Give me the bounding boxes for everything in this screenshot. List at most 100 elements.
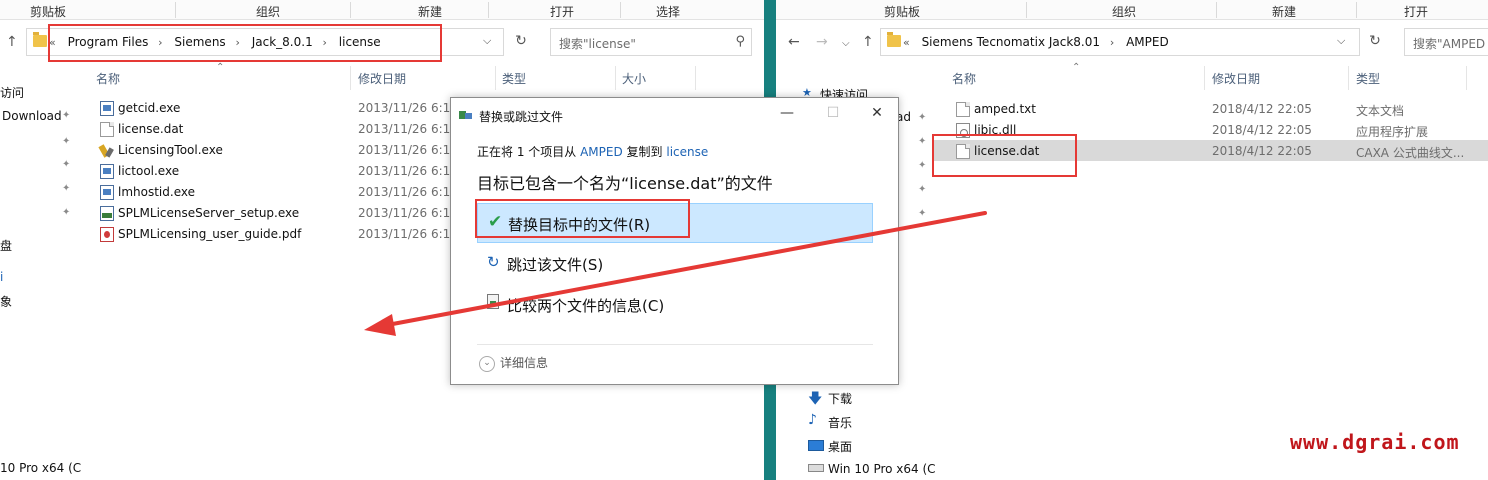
nav-item-downloads[interactable]: 下载 bbox=[828, 390, 852, 407]
nav-item-objects[interactable]: 象 bbox=[0, 293, 12, 310]
nav-item-disk[interactable]: 盘 bbox=[0, 237, 12, 254]
tool-icon bbox=[100, 143, 114, 158]
back-arrow-icon[interactable]: ← bbox=[788, 34, 800, 50]
refresh-icon[interactable]: ↻ bbox=[508, 28, 534, 56]
file-type: CAXA 公式曲线文... bbox=[1356, 146, 1465, 160]
up-arrow-icon[interactable]: ↑ bbox=[6, 34, 18, 50]
file-date: 2018/4/12 22:05 bbox=[1212, 102, 1312, 116]
nav-item-download[interactable]: Download bbox=[2, 109, 62, 123]
table-row[interactable]: SPLMLicensing_user_guide.pdf 2013/11/26 … bbox=[96, 224, 458, 245]
dialog-heading: 目标已包含一个名为“license.dat”的文件 bbox=[477, 174, 773, 193]
column-modified[interactable]: 修改日期 bbox=[1212, 70, 1260, 87]
breadcrumb-tecnomatix[interactable]: Siemens Tecnomatix Jack8.01 bbox=[922, 35, 1100, 49]
file-name: amped.txt bbox=[974, 102, 1036, 116]
info-mid: 复制到 bbox=[622, 145, 667, 159]
nav-item-desktop[interactable]: 桌面 bbox=[828, 438, 852, 455]
desktop-icon bbox=[808, 440, 824, 451]
ribbon-clipboard[interactable]: 剪贴板 bbox=[30, 3, 66, 20]
chevron-down-icon: ⌄ bbox=[479, 355, 495, 372]
forward-arrow-icon[interactable]: → bbox=[816, 34, 828, 50]
column-name[interactable]: 名称 bbox=[952, 70, 976, 87]
info-prefix: 正在将 1 个项目从 bbox=[477, 145, 581, 159]
table-row[interactable]: amped.txt 2018/4/12 22:05 文本文档 bbox=[952, 99, 1472, 120]
table-row[interactable]: lmhostid.exe 2013/11/26 6:18 bbox=[96, 182, 458, 203]
setup-icon bbox=[100, 206, 114, 221]
nav-item-music[interactable]: 音乐 bbox=[828, 414, 852, 431]
minimize-button[interactable]: — bbox=[777, 105, 797, 121]
pin-icon: ✦ bbox=[918, 160, 927, 171]
column-type[interactable]: 类型 bbox=[1356, 70, 1380, 87]
search-icon: ⚲ bbox=[735, 34, 745, 49]
breadcrumb[interactable]: « Siemens Tecnomatix Jack8.01 › AMPED bbox=[903, 35, 1175, 49]
ribbon-open[interactable]: 打开 bbox=[1404, 3, 1428, 20]
dialog-title: 替换或跳过文件 bbox=[479, 110, 564, 124]
nav-item-marker[interactable]: i bbox=[0, 270, 3, 284]
pdf-icon bbox=[100, 227, 114, 242]
table-row[interactable]: getcid.exe 2013/11/26 6:18 bbox=[96, 98, 458, 119]
file-name: lmhostid.exe bbox=[118, 185, 195, 199]
column-name[interactable]: 名称 bbox=[96, 70, 120, 87]
file-date: 2013/11/26 6:18 bbox=[358, 206, 458, 220]
table-row[interactable]: SPLMLicenseServer_setup.exe 2013/11/26 6… bbox=[96, 203, 458, 224]
column-modified[interactable]: 修改日期 bbox=[358, 70, 406, 87]
nav-item-access[interactable]: 访问 bbox=[0, 84, 24, 101]
annotation-box-replace bbox=[475, 199, 690, 238]
ribbon-new[interactable]: 新建 bbox=[1272, 3, 1296, 20]
compare-files-option[interactable]: 比较两个文件的信息(C) bbox=[477, 285, 873, 325]
nav-item-drive-c[interactable]: Win 10 Pro x64 (C bbox=[828, 462, 936, 476]
file-date: 2013/11/26 6:18 bbox=[358, 185, 458, 199]
exe-icon bbox=[100, 185, 114, 200]
ribbon-organize[interactable]: 组织 bbox=[1112, 3, 1136, 20]
compare-option-label: 比较两个文件的信息(C) bbox=[507, 297, 665, 315]
music-icon: ♪ bbox=[808, 412, 817, 428]
pin-icon: ✦ bbox=[918, 184, 927, 195]
file-name: lictool.exe bbox=[118, 164, 180, 178]
source-folder-link[interactable]: AMPED bbox=[580, 145, 623, 159]
file-name: SPLMLicenseServer_setup.exe bbox=[118, 206, 300, 220]
file-name: getcid.exe bbox=[118, 101, 181, 115]
watermark-text: www.dgrai.com bbox=[1290, 430, 1460, 454]
address-bar[interactable]: « Siemens Tecnomatix Jack8.01 › AMPED ⌵ bbox=[880, 28, 1360, 56]
annotation-box-license-file bbox=[932, 134, 1077, 177]
maximize-button[interactable]: ☐ bbox=[823, 105, 843, 121]
close-button[interactable]: ✕ bbox=[867, 105, 887, 121]
refresh-icon[interactable]: ↻ bbox=[1362, 28, 1388, 56]
search-input[interactable]: 搜索"license" ⚲ bbox=[550, 28, 752, 56]
file-type: 应用程序扩展 bbox=[1356, 125, 1429, 139]
skip-file-option[interactable]: ↻ 跳过该文件(S) bbox=[477, 244, 873, 284]
ribbon-new[interactable]: 新建 bbox=[418, 3, 442, 20]
breadcrumb-overflow[interactable]: « bbox=[903, 36, 910, 49]
file-date: 2013/11/26 6:18 bbox=[358, 122, 458, 136]
details-label: 详细信息 bbox=[500, 356, 549, 370]
search-placeholder: 搜索"license" bbox=[559, 37, 636, 51]
exe-icon bbox=[100, 101, 114, 116]
sort-ascending-icon: ⌃ bbox=[1072, 62, 1081, 73]
breadcrumb-amped[interactable]: AMPED bbox=[1126, 35, 1169, 49]
ribbon-open[interactable]: 打开 bbox=[550, 3, 574, 20]
file-icon bbox=[956, 102, 970, 117]
ribbon-select[interactable]: 选择 bbox=[656, 3, 680, 20]
chevron-down-icon[interactable]: ⌵ bbox=[1337, 34, 1345, 48]
skip-option-label: 跳过该文件(S) bbox=[507, 256, 604, 274]
search-input[interactable]: 搜索"AMPED bbox=[1404, 28, 1488, 56]
copy-files-icon bbox=[459, 110, 473, 120]
copy-info-text: 正在将 1 个项目从 AMPED 复制到 license bbox=[477, 143, 708, 160]
nav-item-drive-c[interactable]: 10 Pro x64 (C bbox=[0, 461, 81, 475]
table-row[interactable]: LicensingTool.exe 2013/11/26 6:18 bbox=[96, 140, 458, 161]
folder-icon bbox=[33, 32, 47, 47]
up-arrow-icon[interactable]: ↑ bbox=[862, 34, 874, 50]
table-row[interactable]: lictool.exe 2013/11/26 6:18 bbox=[96, 161, 458, 182]
pin-icon: ✦ bbox=[62, 159, 71, 170]
column-size[interactable]: 大小 bbox=[622, 70, 646, 87]
destination-folder-link[interactable]: license bbox=[666, 145, 708, 159]
details-toggle[interactable]: ⌄ 详细信息 bbox=[479, 354, 548, 372]
table-row[interactable]: license.dat 2013/11/26 6:18 bbox=[96, 119, 458, 140]
compare-icon bbox=[487, 294, 499, 309]
chevron-down-icon[interactable]: ⌵ bbox=[842, 38, 850, 49]
chevron-down-icon[interactable]: ⌵ bbox=[483, 34, 491, 48]
file-name: license.dat bbox=[118, 122, 184, 136]
ribbon-organize[interactable]: 组织 bbox=[256, 3, 280, 20]
annotation-box-address bbox=[48, 24, 442, 62]
column-type[interactable]: 类型 bbox=[502, 70, 526, 87]
ribbon-clipboard[interactable]: 剪贴板 bbox=[884, 3, 920, 20]
